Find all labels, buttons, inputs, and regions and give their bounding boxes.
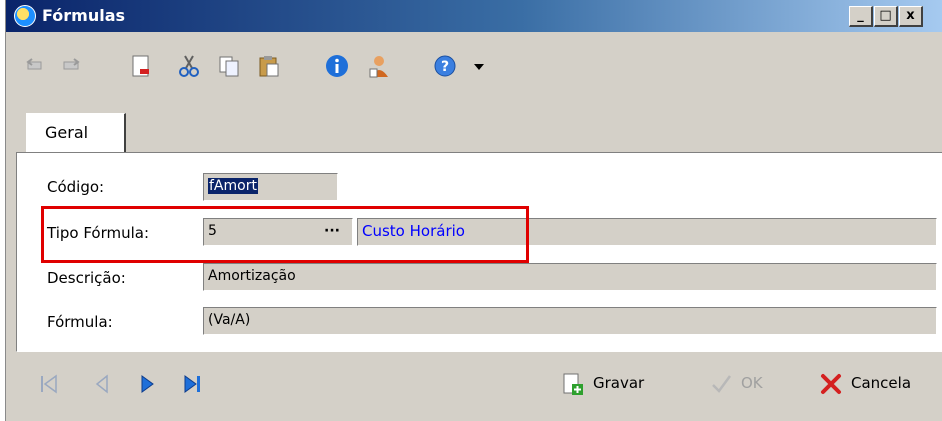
descricao-value: Amortização — [208, 268, 296, 284]
cancela-label: Cancela — [851, 374, 912, 392]
highlight-box — [41, 206, 529, 263]
formula-value: (Va/A) — [208, 312, 251, 328]
cut-icon[interactable] — [176, 53, 202, 79]
last-record-icon[interactable] — [181, 372, 203, 396]
tab-geral[interactable]: Geral — [26, 113, 126, 153]
previous-record-icon[interactable] — [91, 372, 113, 396]
user-icon[interactable] — [366, 53, 392, 79]
formulas-window: Fórmulas _ □ x ? Geral Código: fAmort Ti… — [5, 0, 942, 421]
app-logo-icon — [14, 5, 36, 27]
minimize-button[interactable]: _ — [849, 6, 873, 27]
title-bar[interactable]: Fórmulas _ □ x — [6, 0, 942, 32]
maximize-button[interactable]: □ — [874, 6, 898, 27]
new-document-icon[interactable] — [128, 53, 154, 79]
ok-label: OK — [741, 374, 763, 392]
codigo-label: Código: — [47, 178, 105, 196]
info-icon[interactable] — [324, 53, 350, 79]
gravar-button[interactable]: Gravar — [561, 372, 671, 398]
toolbar: ? — [6, 32, 942, 98]
next-record-icon[interactable] — [136, 372, 158, 396]
save-icon — [563, 373, 583, 395]
cancel-x-icon — [821, 374, 841, 394]
ok-button[interactable]: OK — [709, 372, 799, 398]
descricao-field[interactable]: Amortização — [203, 263, 937, 291]
tab-geral-label: Geral — [45, 123, 89, 142]
checkmark-icon — [712, 375, 732, 393]
codigo-value: fAmort — [208, 178, 258, 194]
gravar-label: Gravar — [593, 374, 645, 392]
paste-icon[interactable] — [256, 53, 282, 79]
redo-icon[interactable] — [58, 53, 84, 79]
cancela-button[interactable]: Cancela — [819, 372, 939, 398]
help-icon[interactable]: ? — [432, 53, 458, 79]
descricao-label: Descrição: — [47, 269, 126, 287]
help-dropdown-arrow-icon[interactable] — [474, 64, 484, 70]
formula-label: Fórmula: — [47, 313, 113, 331]
undo-icon[interactable] — [24, 53, 50, 79]
copy-icon[interactable] — [216, 53, 242, 79]
codigo-field[interactable]: fAmort — [203, 173, 338, 201]
first-record-icon[interactable] — [38, 372, 60, 396]
window-title: Fórmulas — [42, 6, 126, 25]
close-button[interactable]: x — [899, 6, 923, 27]
svg-text:?: ? — [441, 59, 449, 75]
formula-field[interactable]: (Va/A) — [203, 307, 937, 335]
